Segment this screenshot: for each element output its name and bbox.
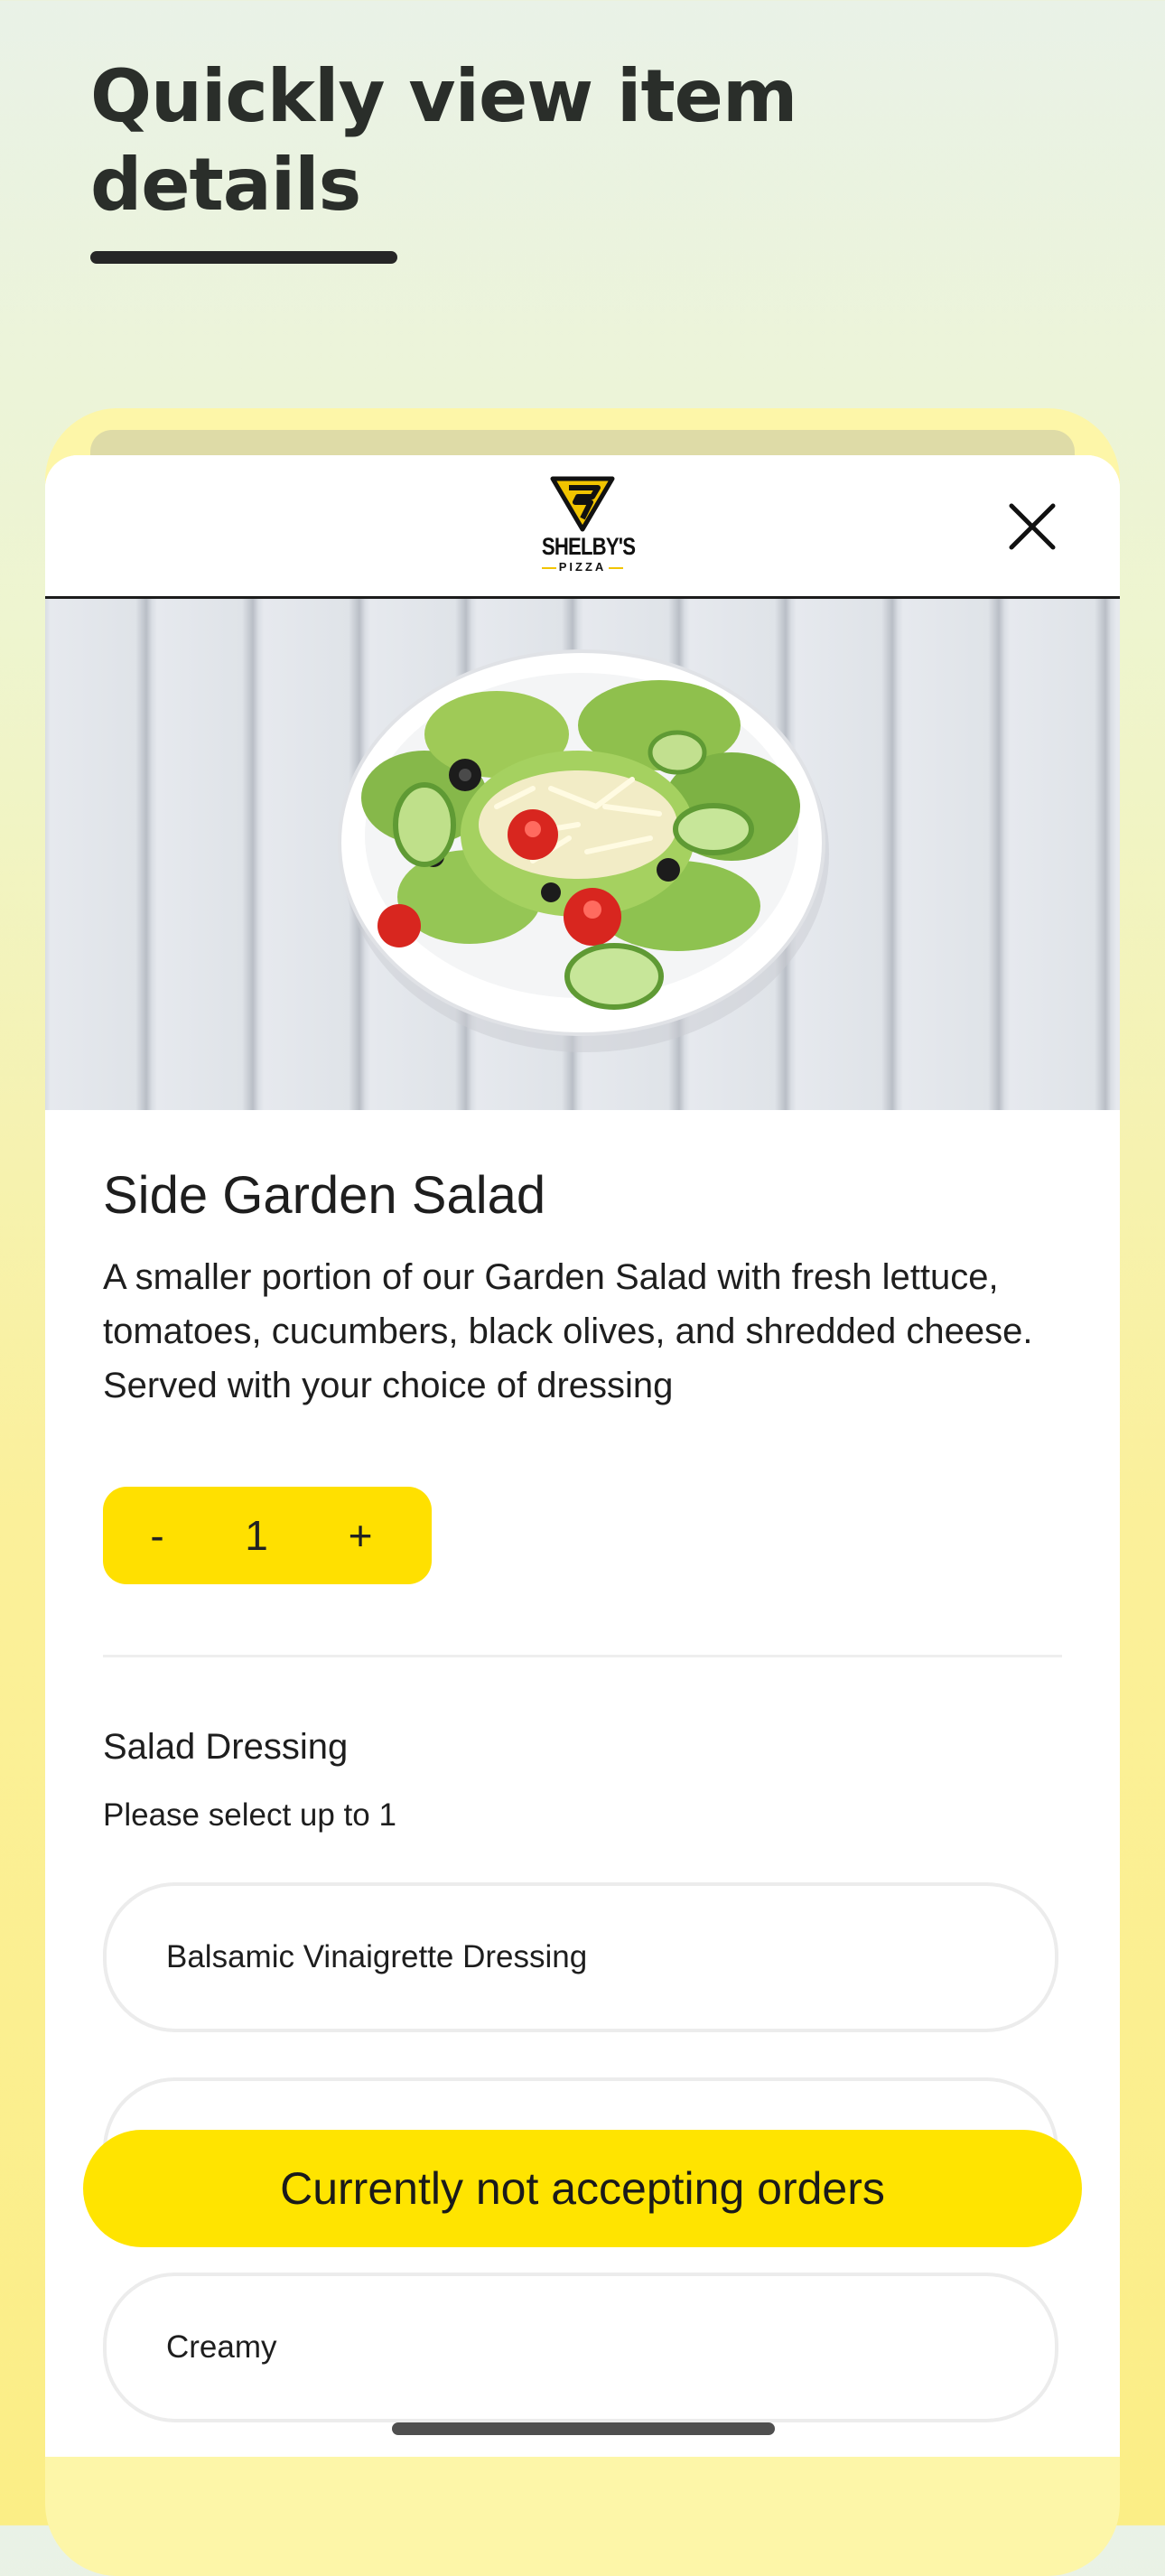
home-indicator[interactable] <box>392 2422 775 2435</box>
dressing-option[interactable]: Creamy <box>103 2273 1058 2422</box>
brand-sub: PIZZA <box>533 560 632 574</box>
shelbys-pizza-logo: SHELBY'S PIZZA <box>533 475 636 580</box>
salad-photo <box>338 649 829 1052</box>
item-title: Side Garden Salad <box>103 1166 546 1225</box>
salad-dressing-title: Salad Dressing <box>103 1727 349 1767</box>
decrease-quantity-button[interactable]: - <box>103 1511 211 1560</box>
section-divider <box>103 1655 1062 1657</box>
salad-dressing-instruction: Please select up to 1 <box>103 1797 396 1833</box>
headline-underline <box>90 251 397 264</box>
item-description: A smaller portion of our Garden Salad wi… <box>103 1257 1033 1405</box>
dressing-option[interactable]: Balsamic Vinaigrette Dressing <box>103 1882 1058 2032</box>
quantity-value: 1 <box>245 1512 268 1559</box>
promo-headline: Quickly view item details <box>90 54 797 227</box>
quantity-stepper: - 1 + <box>103 1487 432 1584</box>
order-status-button[interactable]: Currently not accepting orders <box>83 2130 1082 2247</box>
item-image <box>45 599 1120 1110</box>
close-icon[interactable] <box>1002 497 1062 556</box>
increase-quantity-button[interactable]: + <box>302 1511 419 1560</box>
close-button[interactable] <box>1002 497 1062 556</box>
logo-mark-icon <box>550 476 615 532</box>
brand-name: SHELBY'S <box>541 533 636 560</box>
sheet-header: SHELBY'S PIZZA <box>45 455 1120 599</box>
